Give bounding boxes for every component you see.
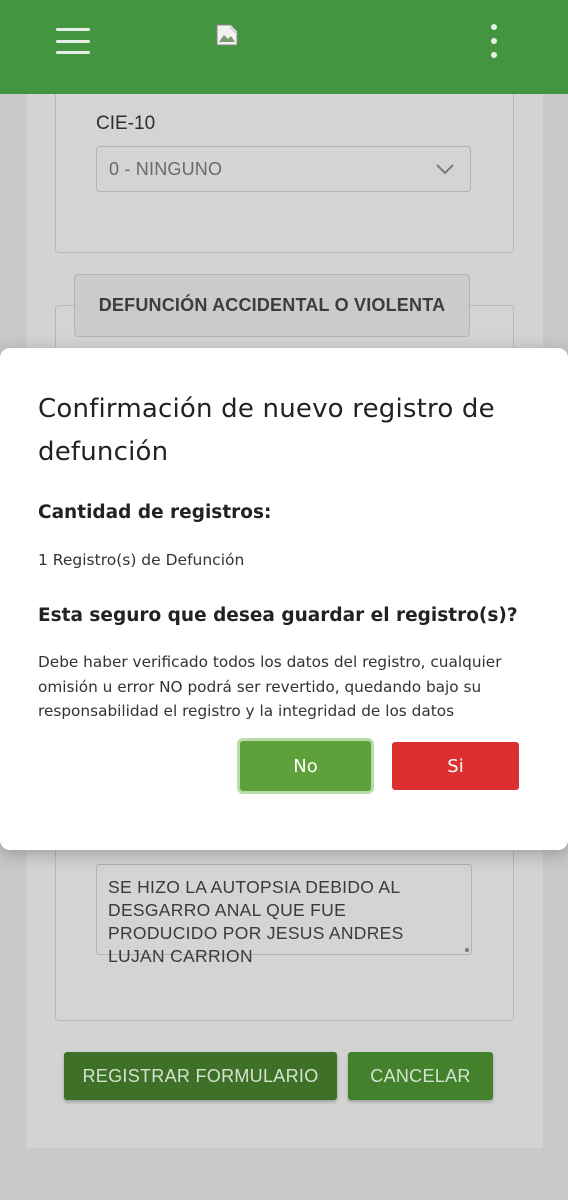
warning-text: Debe haber verificado todos los datos de…: [38, 653, 502, 720]
dialog-title: Confirmación de nuevo registro de defunc…: [38, 394, 495, 467]
confirm-question: Esta seguro que desea guardar el registr…: [38, 605, 518, 626]
confirmation-dialog: Confirmación de nuevo registro de defunc…: [0, 348, 568, 850]
count-text: 1 Registro(s) de Defunción: [38, 551, 245, 569]
yes-button[interactable]: Si: [392, 742, 519, 790]
count-heading: Cantidad de registros:: [38, 502, 272, 523]
no-button[interactable]: No: [240, 741, 371, 791]
